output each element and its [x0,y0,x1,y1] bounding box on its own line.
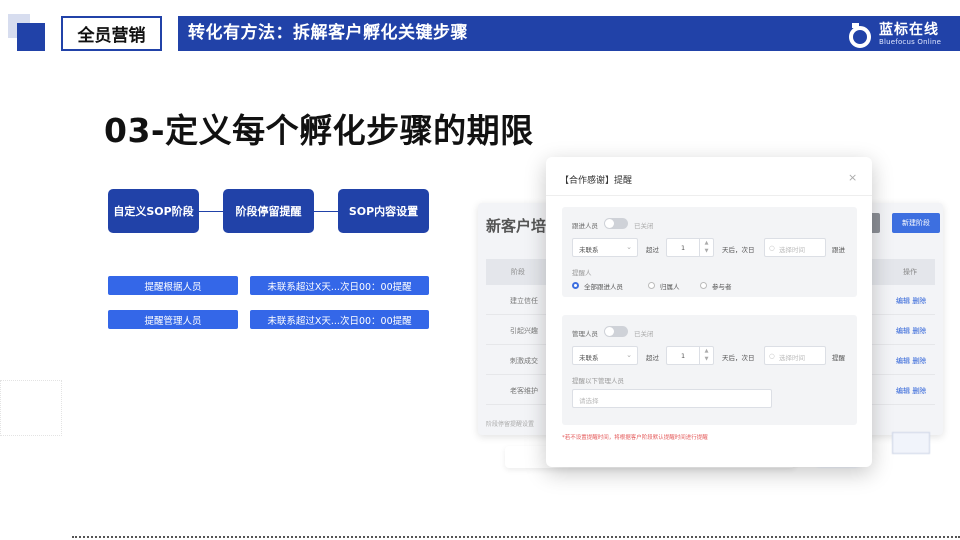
over-label: 超过 [646,246,659,254]
flow-connector [313,211,339,212]
manager-notify-label: 提醒以下管理人员 [572,377,624,385]
brand-logo-icon [849,23,871,48]
manager-label: 管理人员 [572,330,598,338]
manager-toggle-state: 已关闭 [634,330,654,338]
after-label: 天后，次日 [722,354,755,362]
follower-section: 跟进人员 已关闭 未联系 ⌄ 超过 1 ▲ ▼ 天后，次日 选择时间 ○ 跟进 提… [562,207,857,297]
row-stage-name: 引起兴趣 [510,327,538,335]
radio-all-followers[interactable] [572,282,579,289]
bottom-dotted-divider [72,536,960,538]
manager-input-placeholder: 请选择 [579,397,599,405]
time-placeholder: 选择时间 [779,354,805,362]
dialog-title: 【合作感谢】提醒 [560,176,633,186]
header-square [17,23,45,51]
follower-toggle[interactable] [604,218,628,229]
column-header-action: 操作 [903,268,917,276]
tag-managers-rule: 未联系超过X天...次日00：00提醒 [250,310,429,329]
over-label: 超过 [646,354,659,362]
tag-followers-rule: 未联系超过X天...次日00：00提醒 [250,276,429,295]
tag-notify-followers: 提醒根据人员 [108,276,238,295]
flow-step-sop-content: SOP内容设置 [338,189,429,233]
flow-step-sop-stage: 自定义SOP阶段 [108,189,199,233]
reminder-dialog: 【合作感谢】提醒 × 跟进人员 已关闭 未联系 ⌄ 超过 1 ▲ ▼ 天后，次日 … [546,157,872,467]
radio-owner[interactable] [648,282,655,289]
header-bar: 转化有方法：拆解客户孵化关键步骤 蓝标在线 Bluefocus Online [178,16,960,51]
header-title: 转化有方法：拆解客户孵化关键步骤 [188,23,468,43]
close-icon[interactable]: × [848,171,857,184]
row-stage-name: 刺激成交 [510,357,538,365]
panel-footer: 阶段停留提醒设置 [486,421,535,428]
after-label: 天后，次日 [722,246,755,254]
brand-logo: 蓝标在线 Bluefocus Online [847,19,957,49]
chevron-down-icon: ⌄ [626,351,632,359]
manager-section: 管理人员 已关闭 未联系 ⌄ 超过 1 ▲ ▼ 天后，次日 选择时间 ○ 提醒 提… [562,315,857,425]
section-tag: 全员营销 [61,16,162,51]
manager-time-picker[interactable]: 选择时间 ○ [764,346,826,365]
manager-status-select[interactable]: 未联系 ⌄ [572,346,638,365]
row-actions[interactable]: 编辑 删除 [896,386,926,396]
row-stage-name: 老客维护 [510,387,538,395]
stepper-arrows-icon[interactable]: ▲ ▼ [699,347,713,364]
manager-status-value: 未联系 [579,354,599,362]
time-placeholder: 选择时间 [779,246,805,254]
clock-icon: ○ [769,352,775,360]
flow-step-stay-reminder: 阶段停留提醒 [223,189,314,233]
follow-end-label: 跟进 [832,246,845,254]
radio-owner-label: 归属人 [660,283,680,291]
brand-name: 蓝标在线 [879,22,939,38]
notify-label: 提醒人 [572,269,592,277]
dialog-divider [546,195,872,196]
manager-toggle[interactable] [604,326,628,337]
radio-all-followers-label: 全部跟进人员 [584,283,623,291]
manager-select-input[interactable]: 请选择 [572,389,772,408]
follower-label: 跟进人员 [572,222,598,230]
stepper-arrows-icon[interactable]: ▲ ▼ [699,239,713,256]
tag-notify-managers: 提醒管理人员 [108,310,238,329]
manager-days-stepper[interactable]: 1 ▲ ▼ [666,346,714,365]
radio-participant-label: 参与者 [712,283,732,291]
flow-connector [198,211,224,212]
follower-days-stepper[interactable]: 1 ▲ ▼ [666,238,714,257]
remind-end-label: 提醒 [832,354,845,362]
column-header-stage: 阶段 [511,268,525,276]
new-stage-button[interactable]: 新建阶段 [892,213,940,233]
follower-toggle-state: 已关闭 [634,222,654,230]
chevron-down-icon: ⌄ [626,243,632,251]
follower-time-picker[interactable]: 选择时间 ○ [764,238,826,257]
clock-icon: ○ [769,244,775,252]
page-title: 03-定义每个孵化步骤的期限 [104,111,534,150]
row-stage-name: 建立信任 [510,297,538,305]
row-actions[interactable]: 编辑 删除 [896,356,926,366]
dialog-warning: *若不设置提醒时间，将根据客户阶段默认提醒时间进行提醒 [562,435,708,441]
manager-days-value: 1 [681,352,686,360]
follower-days-value: 1 [681,244,686,252]
radio-participant[interactable] [700,282,707,289]
row-actions[interactable]: 编辑 删除 [896,296,926,306]
decoration-frame [0,380,62,436]
panel-title: 新客户培 [486,217,547,235]
brand-subtitle: Bluefocus Online [879,38,942,46]
row-actions[interactable]: 编辑 删除 [896,326,926,336]
follower-status-select[interactable]: 未联系 ⌄ [572,238,638,257]
follower-status-value: 未联系 [579,246,599,254]
ghost-button [892,432,930,454]
